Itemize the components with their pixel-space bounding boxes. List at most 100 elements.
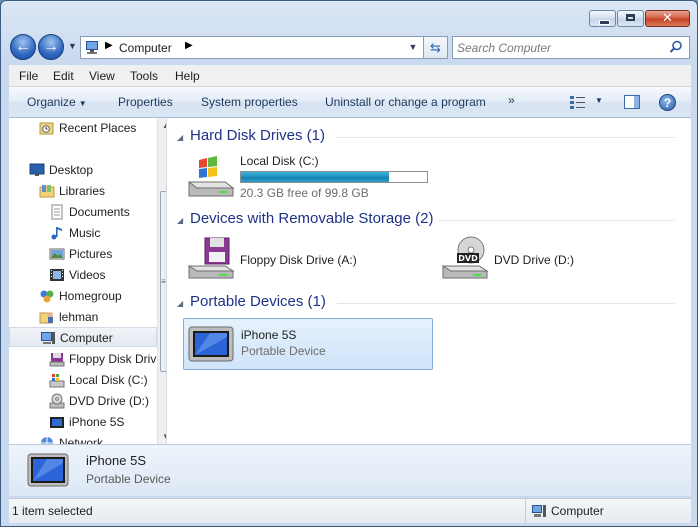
group-divider	[337, 137, 675, 138]
breadcrumb-separator[interactable]: ▶	[185, 40, 193, 51]
drive-tile-local-disk[interactable]: Local Disk (C:) 20.3 GB free of 99.8 GB	[183, 152, 443, 204]
drive-tile-dvd[interactable]: DVD DVD Drive (D:)	[437, 234, 637, 286]
nav-item-label: lehman	[59, 310, 99, 324]
group-title: Devices with Removable Storage (2)	[190, 210, 434, 227]
drive-name: Local Disk (C:)	[240, 154, 319, 168]
portable-device-icon	[27, 453, 69, 487]
menu-help[interactable]: Help	[175, 69, 200, 83]
computer-icon	[532, 505, 546, 517]
close-button[interactable]: ✕	[645, 10, 690, 27]
navigation-row: ← → ▼ ▶ Computer ▶ ▼ ⇆	[10, 34, 690, 60]
drive-tile-floppy[interactable]: Floppy Disk Drive (A:)	[183, 234, 403, 286]
floppy-icon	[187, 237, 235, 279]
forward-arrow-icon: →	[43, 38, 59, 55]
search-icon	[669, 40, 682, 53]
menu-edit[interactable]: Edit	[53, 69, 74, 83]
collapse-triangle-icon[interactable]: ◢	[177, 299, 183, 308]
preview-pane-button[interactable]	[624, 95, 640, 109]
homegroup-icon	[40, 290, 54, 303]
minimize-button[interactable]	[589, 10, 616, 27]
capacity-bar	[240, 171, 428, 183]
group-header-removable[interactable]: ◢ Devices with Removable Storage (2)	[177, 210, 683, 230]
address-dropdown[interactable]: ▼	[405, 37, 421, 58]
capacity-bar-fill	[241, 172, 390, 182]
properties-button[interactable]: Properties	[118, 95, 173, 109]
nav-item-label: Floppy Disk Drive (A:)	[69, 352, 166, 366]
nav-pane-scrollbar[interactable]: ▲ ≡ ▼	[157, 118, 166, 444]
pictures-icon	[49, 248, 65, 260]
nav-item-label: Videos	[69, 268, 106, 282]
change-view-icon[interactable]	[569, 94, 587, 110]
system-properties-button[interactable]: System properties	[201, 95, 298, 109]
drive-name: DVD Drive (D:)	[494, 253, 574, 267]
view-options-dropdown[interactable]: ▼	[595, 96, 603, 105]
nav-item-label: Homegroup	[59, 289, 122, 303]
chevron-down-icon: ▼	[78, 99, 87, 108]
recent-pages-dropdown[interactable]: ▼	[68, 41, 77, 51]
status-location: Computer	[551, 504, 604, 518]
nav-item-label: Desktop	[49, 163, 94, 177]
group-divider	[439, 220, 675, 221]
forward-button[interactable]: →	[38, 34, 64, 60]
refresh-button[interactable]: ⇆	[424, 36, 448, 59]
nav-item-label: Libraries	[59, 184, 106, 198]
group-title: Portable Devices (1)	[190, 293, 326, 310]
recent-places-icon	[39, 122, 54, 135]
grip-icon: ≡	[161, 277, 166, 286]
videos-icon	[50, 269, 64, 281]
nav-item-label: Documents	[69, 205, 130, 219]
group-header-portable[interactable]: ◢ Portable Devices (1)	[177, 293, 683, 313]
search-box[interactable]	[452, 36, 690, 59]
nav-item-label: Local Disk (C:)	[69, 373, 148, 387]
collapse-triangle-icon[interactable]: ◢	[177, 133, 183, 142]
drive-name: Floppy Disk Drive (A:)	[240, 253, 357, 267]
nav-item-label: Computer	[60, 331, 113, 345]
details-pane: iPhone 5S Portable Device	[9, 444, 691, 496]
back-arrow-icon: ←	[15, 38, 31, 55]
device-type: Portable Device	[241, 344, 326, 358]
help-icon[interactable]: ?	[659, 94, 676, 111]
menu-file[interactable]: File	[19, 69, 38, 83]
navigation-pane: Recent Places Desktop Libraries Document…	[9, 118, 167, 444]
floppy-icon	[49, 353, 65, 367]
back-button[interactable]: ←	[10, 34, 36, 60]
maximize-icon	[626, 14, 635, 21]
nav-item-label: Music	[69, 226, 101, 240]
address-bar[interactable]: ▶ Computer ▶ ▼	[80, 36, 424, 59]
organize-label: Organize	[27, 95, 76, 109]
status-bar: 1 item selected Computer	[9, 498, 691, 523]
nav-item-label: Network	[59, 436, 104, 444]
documents-icon	[51, 204, 63, 220]
caption-buttons: ✕	[589, 10, 690, 27]
local-disk-icon	[187, 156, 235, 197]
details-item-name: iPhone 5S	[86, 453, 146, 468]
nav-item-computer[interactable]: Computer	[9, 327, 157, 347]
close-icon: ✕	[662, 11, 673, 26]
menu-tools[interactable]: Tools	[130, 69, 158, 83]
more-commands-button[interactable]: »	[508, 93, 515, 107]
status-divider	[525, 499, 526, 523]
explorer-window: ✕ ← → ▼ ▶ Computer ▶ ▼ ⇆ Search Computer…	[0, 0, 698, 527]
details-item-type: Portable Device	[86, 472, 171, 486]
nav-item-label: iPhone 5S	[69, 415, 125, 429]
nav-item-label: Pictures	[69, 247, 113, 261]
search-input[interactable]	[453, 37, 663, 58]
dvd-icon: DVD	[441, 236, 489, 279]
maximize-button[interactable]	[617, 10, 644, 27]
menu-bar: File Edit View Tools Help	[9, 65, 691, 87]
dvd-icon	[49, 393, 65, 409]
uninstall-program-button[interactable]: Uninstall or change a program	[325, 95, 486, 109]
minimize-icon	[599, 20, 610, 25]
collapse-triangle-icon[interactable]: ◢	[177, 216, 183, 225]
menu-view[interactable]: View	[89, 69, 115, 83]
breadcrumb-separator[interactable]: ▶	[105, 40, 113, 51]
portable-device-icon	[50, 417, 64, 428]
group-header-hard-disk[interactable]: ◢ Hard Disk Drives (1)	[177, 127, 683, 147]
breadcrumb-computer[interactable]: Computer	[119, 41, 172, 55]
nav-item-label: DVD Drive (D:)	[69, 394, 149, 408]
organize-button[interactable]: Organize ▼	[27, 95, 87, 109]
svg-text:DVD: DVD	[458, 254, 478, 263]
group-divider	[337, 303, 675, 304]
device-tile-iphone[interactable]: iPhone 5S Portable Device	[183, 318, 433, 370]
local-disk-icon	[49, 374, 65, 388]
